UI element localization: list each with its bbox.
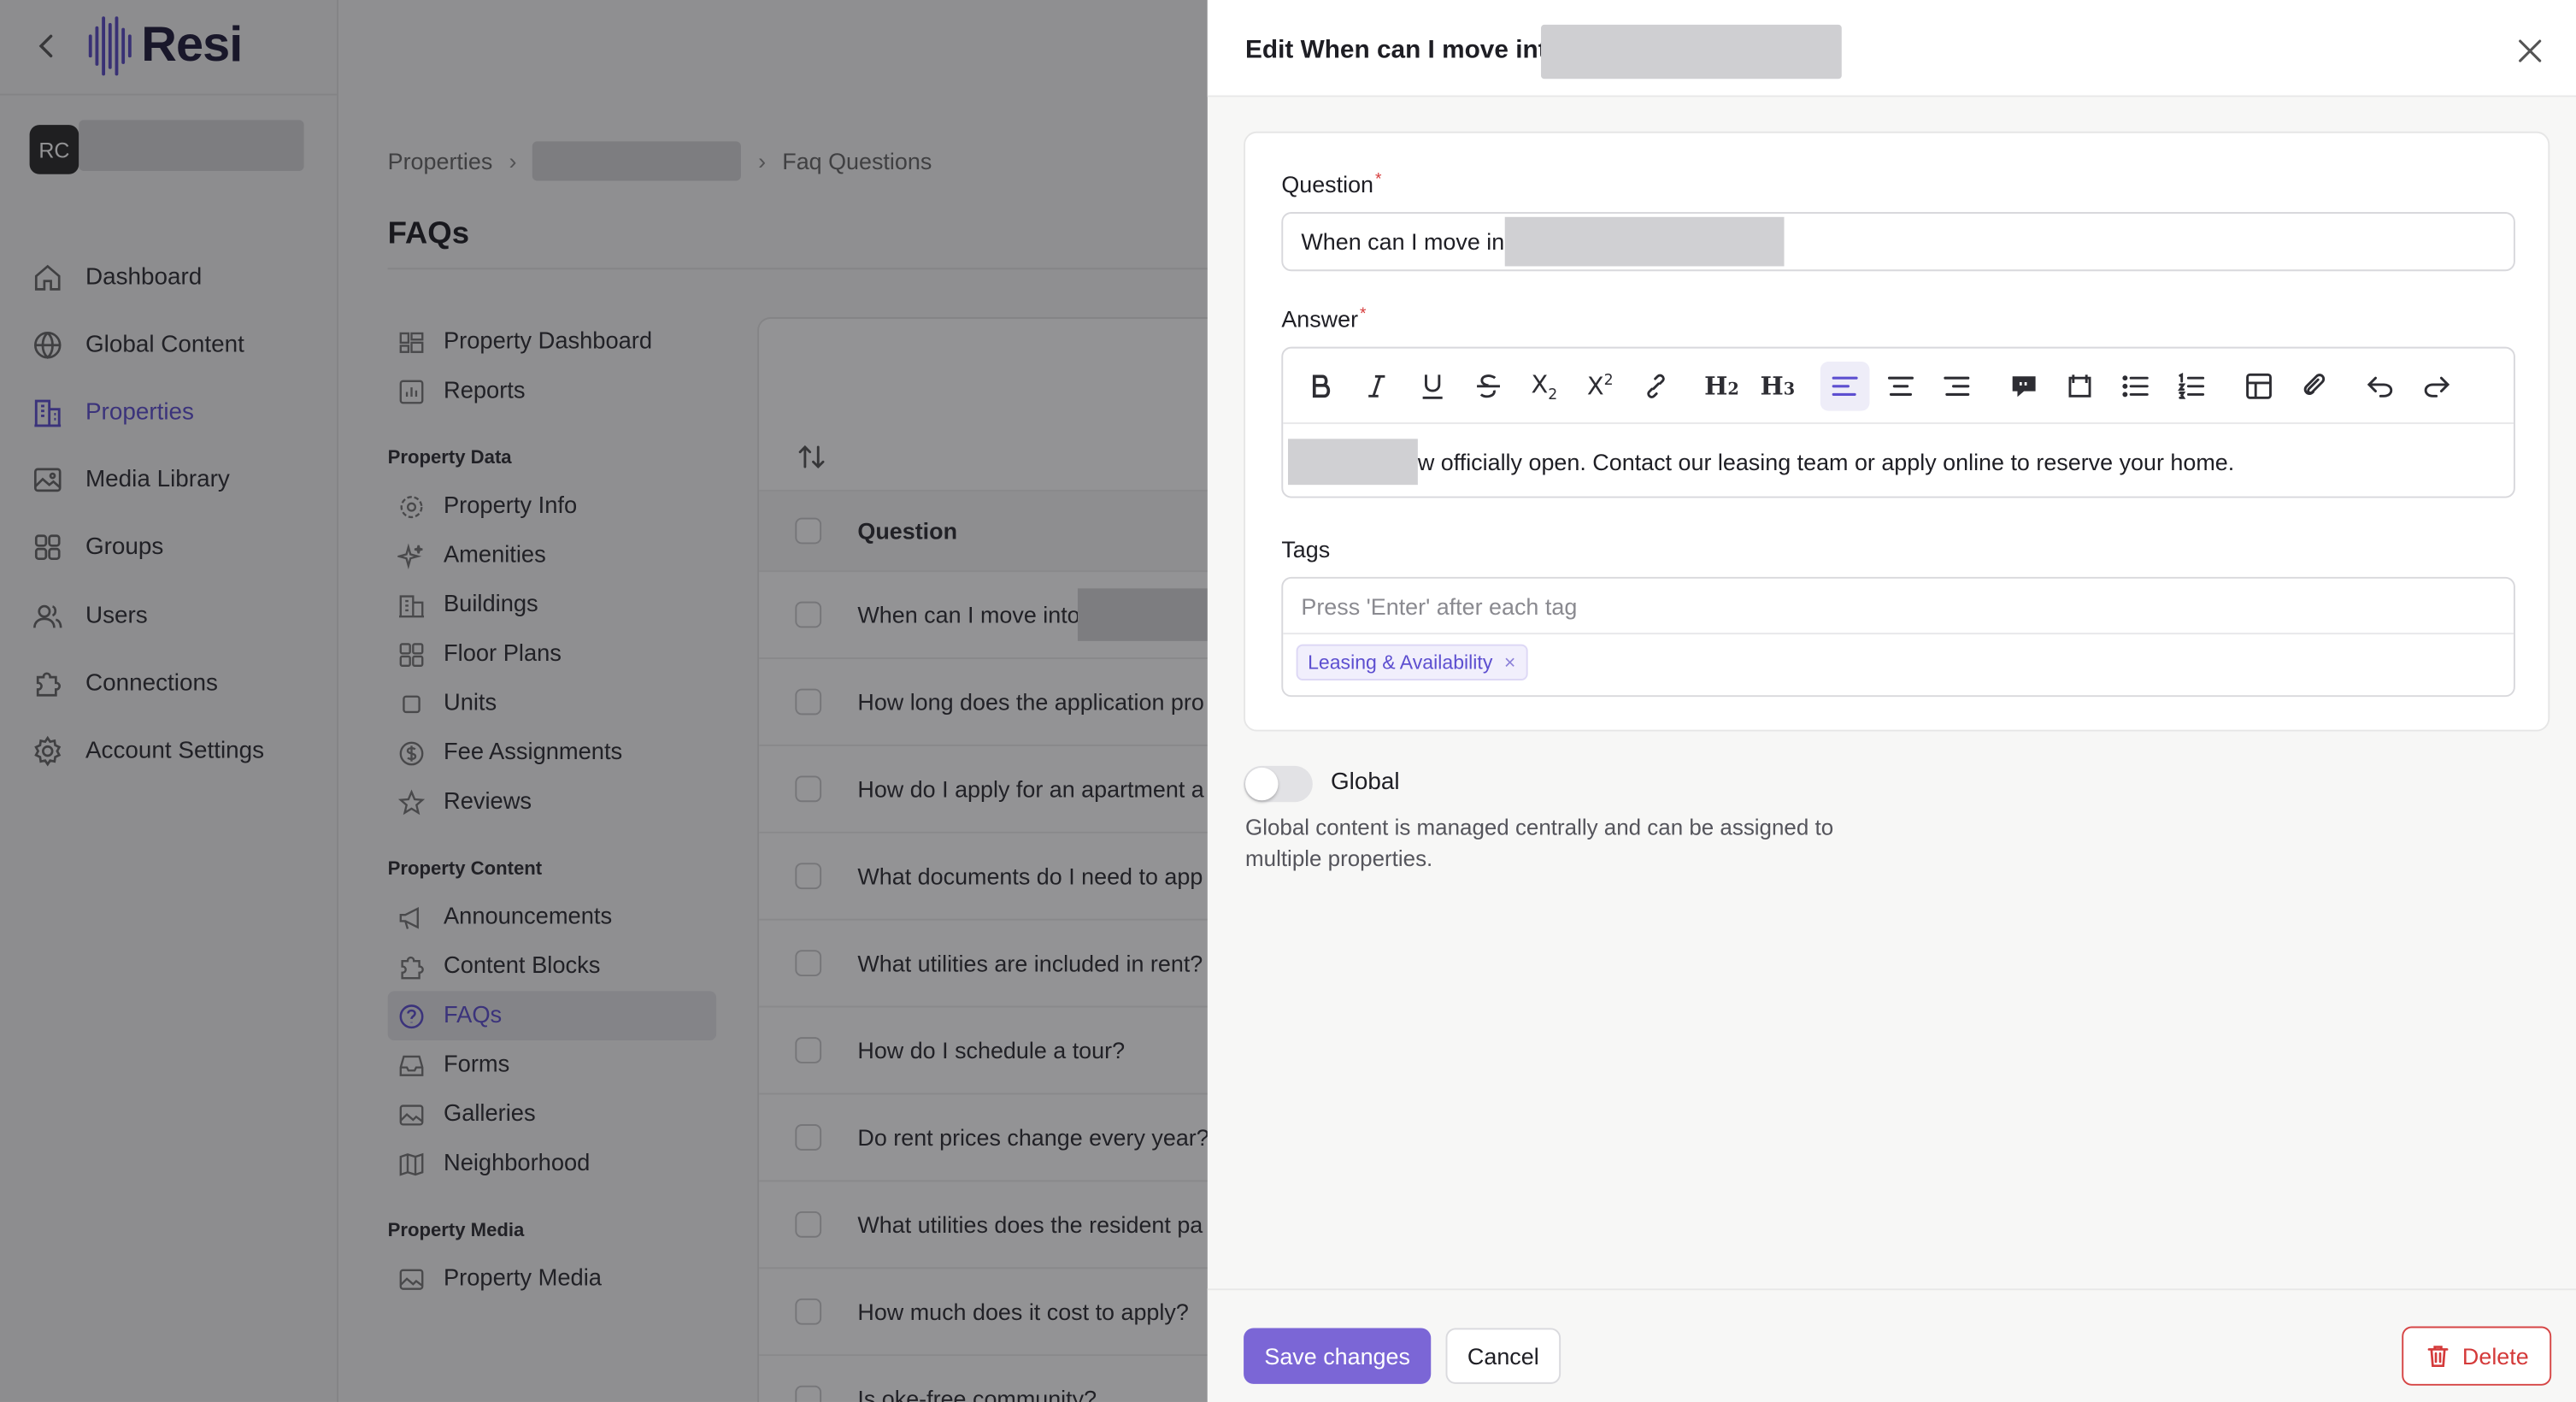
subscript-button[interactable]: X2 [1520, 362, 1569, 411]
italic-icon [1368, 374, 1385, 398]
global-label: Global [1330, 769, 1400, 796]
tags-input[interactable]: Press 'Enter' after each tag [1283, 579, 2514, 635]
attach-icon [2303, 374, 2326, 396]
delete-button[interactable]: Delete [2402, 1326, 2552, 1386]
answer-editor-content[interactable]: w officially open. Contact our leasing t… [1283, 426, 2514, 498]
global-toggle[interactable] [1244, 765, 1313, 803]
attach-link-button[interactable] [2291, 362, 2340, 411]
tags-field: Press 'Enter' after each tag Leasing & A… [1281, 576, 2515, 698]
undo-button[interactable] [2355, 362, 2405, 411]
redacted-block [1504, 216, 1784, 267]
subscript-icon: X2 [1531, 368, 1558, 404]
underline-button[interactable] [1408, 362, 1457, 411]
bold-button[interactable] [1297, 362, 1346, 411]
close-icon[interactable] [2514, 34, 2546, 67]
tags-label: Tags [1281, 535, 1331, 563]
tag-chip: Leasing & Availability × [1296, 644, 1527, 680]
answer-text: w officially open. Contact our leasing t… [1417, 448, 2235, 475]
bullet-list-icon [2122, 375, 2149, 398]
bookmark-icon [2068, 374, 2091, 398]
bold-icon [1312, 374, 1331, 398]
answer-rich-text-editor[interactable]: X2 X2 H2 H3 w officially open. Contact o… [1281, 346, 2515, 498]
drawer-header: Edit When can I move int [1207, 0, 2576, 97]
faq-form-card: Question * When can I move in Answer * X2 … [1244, 131, 2550, 732]
italic-button[interactable] [1352, 362, 1402, 411]
delete-label: Delete [2461, 1342, 2529, 1370]
comment-button[interactable] [1999, 362, 2049, 411]
question-input[interactable]: When can I move in [1281, 212, 2515, 272]
align-left-icon [1832, 376, 1858, 396]
ordered-list-icon [2178, 373, 2205, 399]
edit-faq-drawer: Edit When can I move int Question * When … [1207, 0, 2576, 1402]
heading-3-button[interactable]: H3 [1753, 362, 1803, 411]
strikethrough-icon [1477, 374, 1500, 398]
toggle-knob [1245, 767, 1279, 801]
redo-icon [2424, 376, 2450, 398]
question-label: Question * [1281, 170, 1382, 197]
drawer-footer: Save changes Cancel Delete [1207, 1288, 2576, 1402]
question-value: When can I move in [1301, 228, 1505, 256]
editor-toolbar: X2 X2 H2 H3 [1283, 349, 2514, 425]
save-changes-button[interactable]: Save changes [1244, 1328, 1432, 1384]
superscript-icon: X2 [1586, 371, 1614, 402]
align-center-button[interactable] [1876, 362, 1926, 411]
trash-icon [2427, 1346, 2449, 1368]
drawer-title: Edit When can I move int [1245, 36, 1547, 64]
underline-icon [1422, 374, 1443, 399]
cancel-button[interactable]: Cancel [1445, 1328, 1561, 1384]
align-center-icon [1887, 376, 1914, 396]
tags-placeholder: Press 'Enter' after each tag [1301, 592, 1578, 619]
align-left-button[interactable] [1820, 361, 1870, 411]
h2-icon: H2 [1704, 371, 1739, 402]
link-button[interactable] [1632, 362, 1681, 411]
bookmark-button[interactable] [2056, 362, 2105, 411]
ordered-list-button[interactable] [2167, 362, 2216, 411]
table-icon [2246, 373, 2272, 399]
link-icon [1647, 374, 1665, 398]
heading-2-button[interactable]: H2 [1697, 362, 1747, 411]
align-right-icon [1944, 376, 1970, 396]
global-description: Global content is managed centrally and … [1245, 815, 1834, 871]
superscript-button[interactable]: X2 [1575, 362, 1625, 411]
table-button[interactable] [2234, 362, 2284, 411]
align-right-button[interactable] [1932, 362, 1982, 411]
remove-tag-icon[interactable]: × [1504, 651, 1515, 674]
redacted-block [1541, 24, 1842, 80]
tag-label: Leasing & Availability [1308, 651, 1493, 674]
h3-icon: H3 [1760, 371, 1796, 402]
strikethrough-button[interactable] [1464, 362, 1514, 411]
redo-button[interactable] [2412, 362, 2461, 411]
comment-icon [2012, 376, 2036, 398]
bullet-list-button[interactable] [2111, 362, 2161, 411]
redacted-block [1288, 439, 1418, 486]
undo-icon [2367, 376, 2393, 398]
answer-label: Answer * [1281, 305, 1367, 333]
